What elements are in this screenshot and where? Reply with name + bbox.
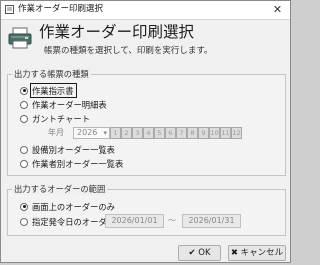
- app-icon: [5, 5, 14, 14]
- radio-label: 指定発令日のオーダー: [32, 217, 115, 227]
- title-bar: 作業オーダー印刷選択 ✕: [1, 1, 290, 20]
- radio-label: ガントチャート: [32, 114, 90, 124]
- radio-button[interactable]: [20, 145, 28, 154]
- radio-label: 作業指示書: [32, 86, 74, 96]
- month-button[interactable]: 4: [143, 127, 154, 139]
- year-value: 2026: [77, 128, 98, 137]
- radio-label: 作業者別オーダー一覧表: [32, 159, 124, 169]
- year-select[interactable]: 2026 ▾: [73, 127, 110, 139]
- month-button[interactable]: 2: [121, 127, 132, 139]
- ok-button[interactable]: ✔ OK: [178, 245, 221, 261]
- month-button[interactable]: 5: [154, 127, 165, 139]
- radio-label: 画面上のオーダーのみ: [32, 202, 115, 212]
- radio-label: 作業オーダー明細表: [32, 100, 107, 110]
- order-range-group: 出力するオーダーの範囲 画面上のオーダーのみ 指定発令日のオーダー 2026/0…: [7, 184, 286, 236]
- header: 作業オーダー印刷選択 帳票の種類を選択して、印刷を実行します。: [1, 19, 290, 63]
- date-to-input[interactable]: 2026/01/31: [182, 214, 241, 228]
- radio-button[interactable]: [20, 86, 28, 95]
- month-button[interactable]: 9: [198, 127, 209, 139]
- month-button[interactable]: 12: [231, 127, 242, 139]
- window-title: 作業オーダー印刷選択: [18, 4, 104, 14]
- month-button[interactable]: 11: [220, 127, 231, 139]
- month-button[interactable]: 6: [165, 127, 176, 139]
- dialog-window: 作業オーダー印刷選択 ✕ 作業オーダー印刷選択 帳票の種類を選択して、印刷を実行…: [0, 0, 291, 263]
- page-subtitle: 帳票の種類を選択して、印刷を実行します。: [44, 46, 213, 56]
- printer-icon: [8, 27, 32, 49]
- close-icon[interactable]: ✕: [271, 3, 284, 16]
- cancel-button[interactable]: ✖ キャンセル: [228, 245, 286, 261]
- radio-button[interactable]: [20, 159, 28, 168]
- month-button[interactable]: 10: [209, 127, 220, 139]
- radio-button[interactable]: [20, 100, 28, 109]
- date-from-input[interactable]: 2026/01/01: [105, 214, 164, 228]
- month-button[interactable]: 8: [187, 127, 198, 139]
- page-title: 作業オーダー印刷選択: [39, 23, 195, 41]
- report-type-group: 出力する帳票の種類 作業指示書 作業オーダー明細表 ガントチャート 年月 202…: [7, 69, 286, 176]
- chevron-down-icon: ▾: [103, 129, 107, 137]
- year-month-label: 年月: [48, 128, 64, 137]
- month-button[interactable]: 3: [132, 127, 143, 139]
- radio-button[interactable]: [20, 202, 28, 211]
- radio-button[interactable]: [20, 114, 28, 123]
- month-button[interactable]: 1: [110, 127, 121, 139]
- month-button[interactable]: 7: [176, 127, 187, 139]
- date-range-separator: ～: [168, 216, 176, 225]
- radio-label: 設備別オーダー一覧表: [32, 145, 115, 155]
- report-type-group-label: 出力する帳票の種類: [12, 69, 91, 80]
- order-range-group-label: 出力するオーダーの範囲: [12, 184, 108, 195]
- radio-button[interactable]: [20, 217, 28, 226]
